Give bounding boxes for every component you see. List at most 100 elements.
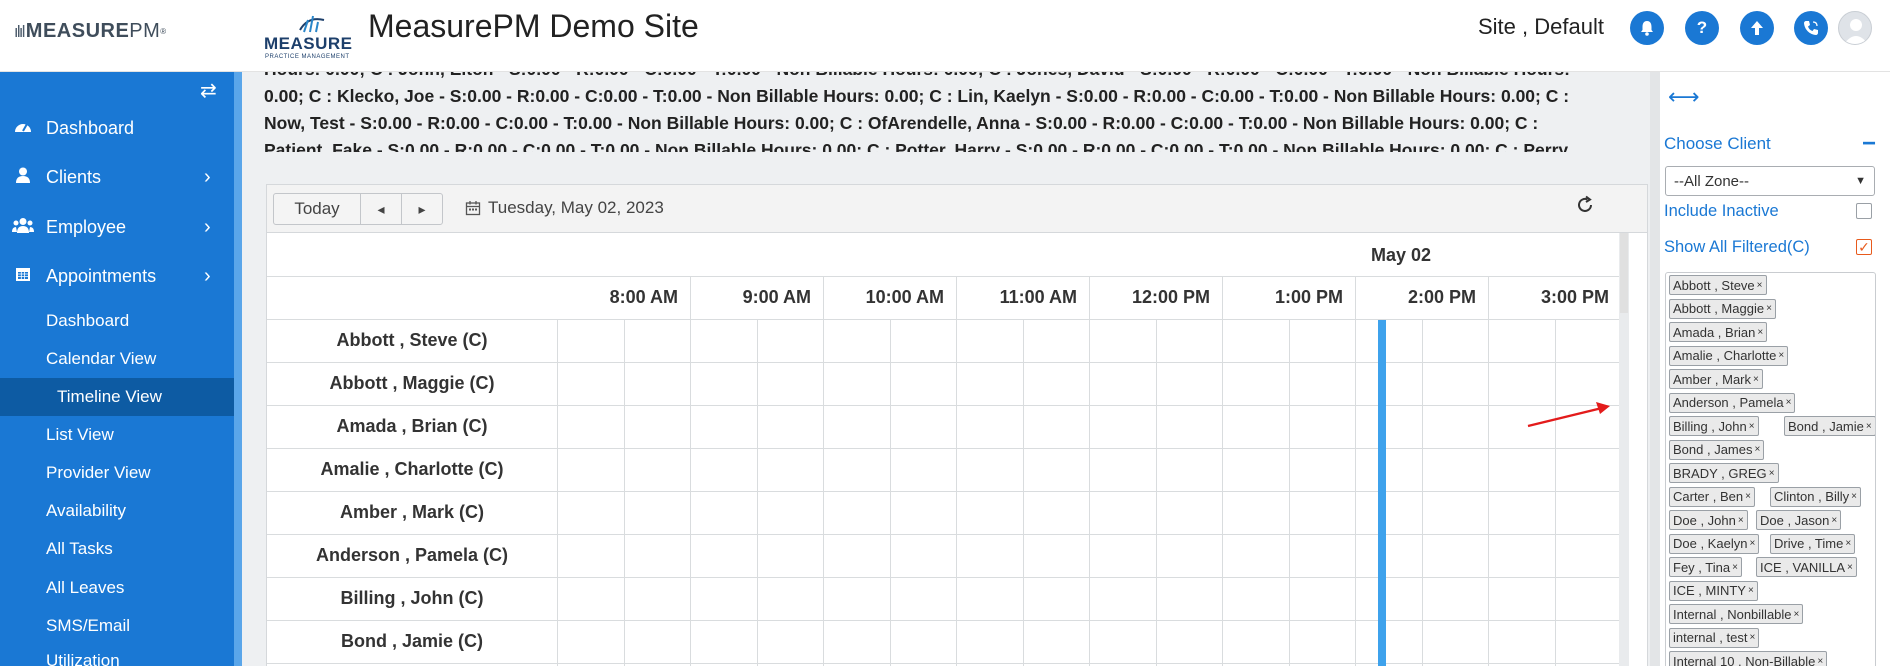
sidebar-sub-sms-email[interactable]: SMS/Email	[46, 607, 130, 645]
calendar-scrollbar[interactable]	[1619, 233, 1629, 666]
sidebar-item-employee[interactable]: Employee ›	[0, 205, 234, 249]
remove-tag-icon[interactable]: ×	[1755, 444, 1761, 455]
sidebar-sub-all-tasks[interactable]: All Tasks	[46, 530, 113, 568]
remove-tag-icon[interactable]: ×	[1766, 303, 1772, 314]
measurepm-logo[interactable]: ılıl MEASURE PM ®	[14, 20, 166, 43]
client-tag[interactable]: internal , test ×	[1669, 627, 1760, 648]
remove-tag-icon[interactable]: ×	[1831, 515, 1837, 526]
client-tag[interactable]: Carter , Ben ×	[1669, 486, 1755, 507]
remove-tag-icon[interactable]: ×	[1757, 280, 1763, 291]
sidebar-toggle-icon[interactable]: ⇄	[200, 78, 217, 103]
client-tag[interactable]: Billing , John ×	[1669, 416, 1759, 436]
choose-client-toggle[interactable]: Choose Client	[1664, 134, 1771, 154]
client-tag[interactable]: BRADY , GREG ×	[1669, 463, 1779, 483]
remove-tag-icon[interactable]: ×	[1738, 515, 1744, 526]
sidebar-item-appointments[interactable]: Appointments ›	[0, 254, 234, 298]
sidebar-item-dashboard[interactable]: Dashboard	[0, 106, 234, 150]
refresh-icon[interactable]	[1575, 195, 1595, 221]
remove-tag-icon[interactable]: ×	[1851, 491, 1857, 502]
time-slot-line	[1288, 319, 1290, 666]
client-row-label[interactable]: Bond , Jamie (C)	[267, 631, 557, 652]
client-tag[interactable]: Abbott , Steve ×	[1669, 275, 1767, 295]
client-tag[interactable]: Drive , Time ×	[1770, 533, 1856, 554]
zone-select[interactable]: --All Zone-- ▼	[1665, 166, 1875, 196]
client-row-label[interactable]: Amalie , Charlotte (C)	[267, 459, 557, 480]
sidebar-item-clients[interactable]: Clients ›	[0, 155, 234, 199]
client-tag[interactable]: Fey , Tina ×	[1669, 557, 1742, 577]
remove-tag-icon[interactable]: ×	[1817, 656, 1823, 666]
collapse-icon[interactable]: −	[1862, 130, 1876, 158]
remove-tag-icon[interactable]: ×	[1786, 397, 1792, 408]
remove-tag-icon[interactable]: ×	[1753, 374, 1759, 385]
sidebar-sub-provider-view[interactable]: Provider View	[46, 454, 151, 492]
include-inactive-label[interactable]: Include Inactive	[1664, 202, 1779, 221]
remove-tag-icon[interactable]: ×	[1748, 585, 1754, 596]
client-row-label[interactable]: Amada , Brian (C)	[267, 416, 557, 437]
bell-icon[interactable]	[1630, 11, 1664, 45]
show-all-filtered-label[interactable]: Show All Filtered(C)	[1664, 238, 1810, 257]
remove-tag-icon[interactable]: ×	[1749, 538, 1755, 549]
caret-down-icon: ▼	[1855, 175, 1866, 187]
next-button[interactable]: ▸	[401, 193, 443, 225]
expand-icon[interactable]: ⟷	[1668, 84, 1700, 110]
remove-tag-icon[interactable]: ×	[1866, 421, 1872, 432]
client-tag-label: ICE , MINTY	[1673, 583, 1746, 598]
today-button[interactable]: Today	[273, 193, 361, 225]
sidebar-sub-timeline-view[interactable]: Timeline View	[0, 378, 234, 416]
client-tag[interactable]: ICE , MINTY ×	[1669, 580, 1758, 601]
client-row-label[interactable]: Abbott , Maggie (C)	[267, 373, 557, 394]
remove-tag-icon[interactable]: ×	[1749, 421, 1755, 432]
remove-tag-icon[interactable]: ×	[1778, 350, 1784, 361]
client-tag-label: Abbott , Maggie	[1673, 301, 1765, 316]
client-tag[interactable]: Abbott , Maggie ×	[1669, 298, 1776, 319]
sidebar-sub-calendar-view[interactable]: Calendar View	[46, 340, 156, 378]
timeline-scroll-indicator[interactable]	[1378, 320, 1386, 666]
remove-tag-icon[interactable]: ×	[1745, 491, 1751, 502]
remove-tag-icon[interactable]: ×	[1845, 538, 1851, 549]
client-row-label[interactable]: Amber , Mark (C)	[267, 502, 557, 523]
client-tag-label: Carter , Ben	[1673, 489, 1744, 504]
site-user-label[interactable]: Site , Default	[1478, 14, 1604, 40]
remove-tag-icon[interactable]: ×	[1794, 609, 1800, 620]
client-tag[interactable]: Internal 10 , Non-Billable ×	[1669, 651, 1828, 666]
client-tag[interactable]: Anderson , Pamela ×	[1669, 392, 1796, 413]
remove-tag-icon[interactable]: ×	[1847, 562, 1853, 573]
client-tag[interactable]: Clinton , Billy ×	[1770, 486, 1861, 507]
client-tag[interactable]: Doe , Kaelyn ×	[1669, 533, 1760, 554]
date-picker[interactable]: Tuesday, May 02, 2023	[465, 198, 664, 218]
client-tag[interactable]: Doe , John ×	[1669, 510, 1748, 530]
sidebar-sub-availability[interactable]: Availability	[46, 492, 126, 530]
sidebar-sub-all-leaves[interactable]: All Leaves	[46, 569, 124, 607]
calendar-icon	[0, 266, 46, 287]
prev-button[interactable]: ◂	[360, 193, 402, 225]
client-tag[interactable]: Bond , Jamie ×	[1784, 416, 1875, 436]
remove-tag-icon[interactable]: ×	[1732, 562, 1738, 573]
remove-tag-icon[interactable]: ×	[1757, 327, 1763, 338]
client-tag[interactable]: Amada , Brian ×	[1669, 322, 1768, 342]
client-tag[interactable]: Amalie , Charlotte ×	[1669, 345, 1789, 366]
time-header: 8:00 AM	[609, 287, 678, 307]
remove-tag-icon[interactable]: ×	[1749, 632, 1755, 643]
client-tag-label: Anderson , Pamela	[1673, 395, 1784, 410]
sidebar-sub-dashboard[interactable]: Dashboard	[46, 302, 129, 340]
upload-icon[interactable]	[1740, 11, 1774, 45]
client-tag-label: Drive , Time	[1774, 536, 1844, 551]
include-inactive-checkbox[interactable]	[1856, 203, 1872, 219]
phone-icon[interactable]	[1794, 11, 1828, 45]
client-row-label[interactable]: Abbott , Steve (C)	[267, 330, 557, 351]
timeline-calendar: Today ◂ ▸ Tuesday, May 02, 2023 May 02 8:…	[266, 184, 1648, 666]
client-tag[interactable]: Doe , Jason ×	[1756, 510, 1842, 530]
client-row-label[interactable]: Billing , John (C)	[267, 588, 557, 609]
client-tag[interactable]: ICE , VANILLA ×	[1756, 557, 1857, 577]
remove-tag-icon[interactable]: ×	[1769, 468, 1775, 479]
sidebar-sub-utilization[interactable]: Utilization	[46, 642, 120, 666]
logo-mark-icon: ılıl	[14, 22, 26, 41]
help-icon[interactable]: ?	[1685, 11, 1719, 45]
show-all-filtered-checkbox[interactable]: ✓	[1856, 239, 1872, 255]
client-tag[interactable]: Bond , James ×	[1669, 439, 1765, 460]
avatar[interactable]	[1838, 11, 1872, 45]
client-tag[interactable]: Internal , Nonbillable ×	[1669, 604, 1804, 624]
client-tag[interactable]: Amber , Mark ×	[1669, 369, 1763, 389]
sidebar-sub-list-view[interactable]: List View	[46, 416, 114, 454]
client-row-label[interactable]: Anderson , Pamela (C)	[267, 545, 557, 566]
